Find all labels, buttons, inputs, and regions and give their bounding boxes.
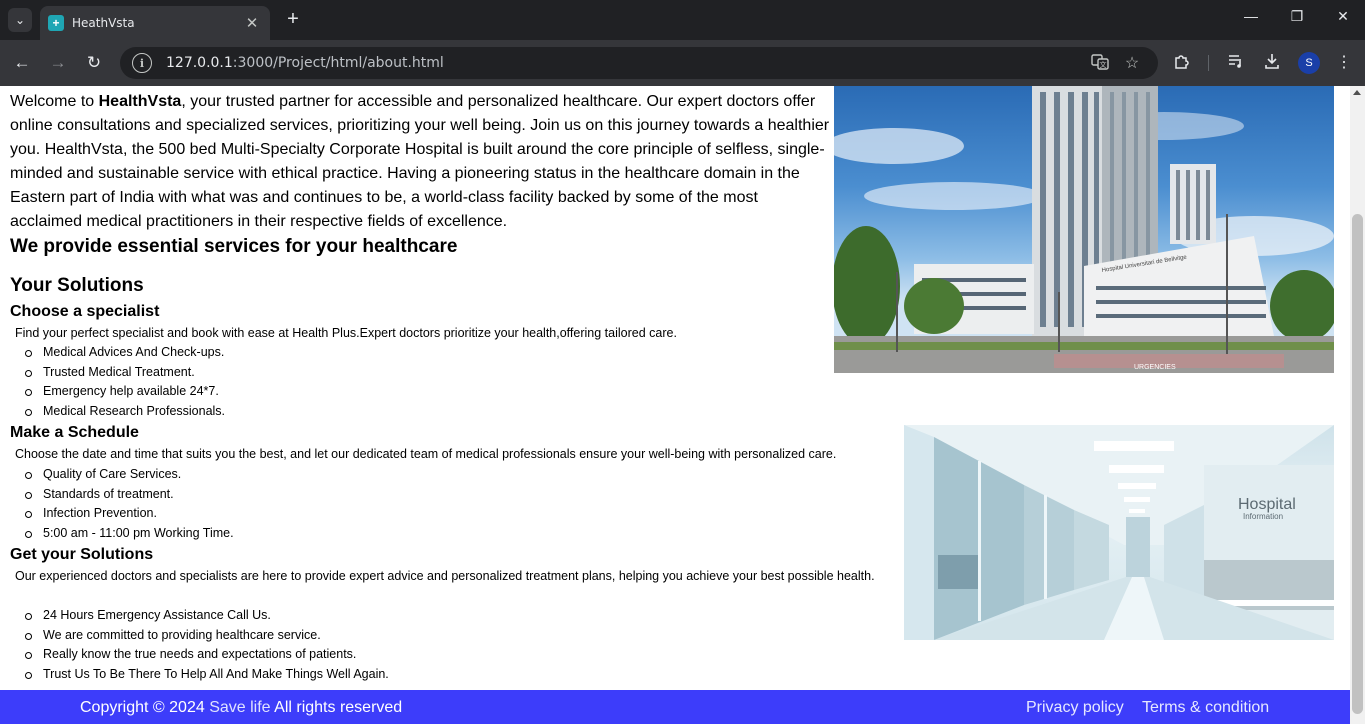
window-close-button[interactable]: ✕ [1320,8,1365,25]
list-item: Medical Research Professionals. [24,402,225,422]
section-list-get-solutions: 24 Hours Emergency Assistance Call Us. W… [25,606,389,685]
media-playlist-icon[interactable] [1225,52,1247,77]
reload-icon[interactable]: ↻ [83,52,105,74]
privacy-policy-link[interactable]: Privacy policy [1026,699,1124,717]
list-item: 5:00 am - 11:00 pm Working Time. [25,524,234,544]
section-list-schedule: Quality of Care Services. Standards of t… [25,465,234,544]
intro-paragraph: Welcome to HealthVsta, your trusted part… [10,93,830,230]
list-item: Trusted Medical Treatment. [24,363,225,383]
section-desc-get-solutions: Our experienced doctors and specialists … [15,569,875,583]
site-footer: Copyright © 2024 Save life All rights re… [0,690,1350,724]
your-solutions-heading: Your Solutions [10,275,144,296]
page-viewport: Welcome to HealthVsta, your trusted part… [0,86,1365,724]
window-minimize-button[interactable]: — [1228,8,1274,24]
svg-text:URGENCIES: URGENCIES [1134,364,1176,371]
section-desc-specialist: Find your perfect specialist and book wi… [15,326,677,340]
scroll-up-arrow-icon[interactable] [1353,90,1361,95]
section-list-specialist: Medical Advices And Check-ups. Trusted M… [24,343,225,422]
window-maximize-button[interactable]: ❐ [1274,8,1320,25]
site-favicon-icon: + [48,15,64,31]
profile-avatar[interactable]: S [1298,52,1320,74]
svg-text:Hospital: Hospital [1238,496,1296,513]
page-scrollbar[interactable] [1350,86,1365,724]
section-desc-schedule: Choose the date and time that suits you … [15,447,837,461]
browser-tab-active[interactable]: + HeathVsta ✕ [40,6,270,40]
list-item: 24 Hours Emergency Assistance Call Us. [25,606,389,626]
toolbar-separator [1208,55,1209,71]
tab-close-icon[interactable]: ✕ [244,14,260,32]
browser-toolbar: ← → ↻ i 127.0.0.1:3000/Project/html/abou… [0,40,1365,86]
hospital-building-image: Hospital Universitari de Bellvitge URGEN… [834,86,1334,373]
list-item: Medical Advices And Check-ups. [24,343,225,363]
svg-text:Information: Information [1243,512,1283,521]
list-item: Infection Prevention. [25,504,234,524]
tab-title: HeathVsta [72,16,135,30]
address-bar[interactable]: i 127.0.0.1:3000/Project/html/about.html… [120,47,1158,79]
section-title-specialist: Choose a specialist [10,303,160,320]
list-item: Emergency help available 24*7. [24,382,225,402]
browser-menu-kebab-icon[interactable]: ⋮ [1333,52,1355,74]
extensions-puzzle-icon[interactable] [1171,52,1193,77]
hospital-hallway-image: Hospital Information [904,425,1334,640]
site-info-icon[interactable]: i [132,53,152,73]
tab-search-chevron-icon[interactable]: ⌄ [8,8,32,32]
download-icon[interactable] [1261,52,1283,77]
list-item: Trust Us To Be There To Help All And Mak… [25,665,389,685]
new-tab-button[interactable]: + [282,9,304,31]
copyright-text: Copyright © 2024 Save life All rights re… [80,699,403,716]
list-item: We are committed to providing healthcare… [25,626,389,646]
browser-tabbar: ⌄ + HeathVsta ✕ + — ❐ ✕ [0,0,1365,40]
section-title-schedule: Make a Schedule [10,424,139,441]
terms-condition-link[interactable]: Terms & condition [1142,699,1269,717]
translate-icon[interactable]: 文 [1090,53,1110,76]
brand-name: HealthVsta [98,93,182,110]
bookmark-star-icon[interactable]: ☆ [1122,53,1142,73]
list-item: Standards of treatment. [25,485,234,505]
list-item: Quality of Care Services. [25,465,234,485]
forward-arrow-icon[interactable]: → [47,52,69,74]
back-arrow-icon[interactable]: ← [11,52,33,74]
scrollbar-thumb[interactable] [1352,214,1363,714]
svg-text:文: 文 [1100,60,1107,69]
save-life-link[interactable]: Save life [209,699,270,716]
section-title-get-solutions: Get your Solutions [10,546,154,563]
essential-services-heading: We provide essential services for your h… [10,236,458,257]
list-item: Really know the true needs and expectati… [25,645,389,665]
url-text[interactable]: 127.0.0.1:3000/Project/html/about.html [166,55,444,71]
